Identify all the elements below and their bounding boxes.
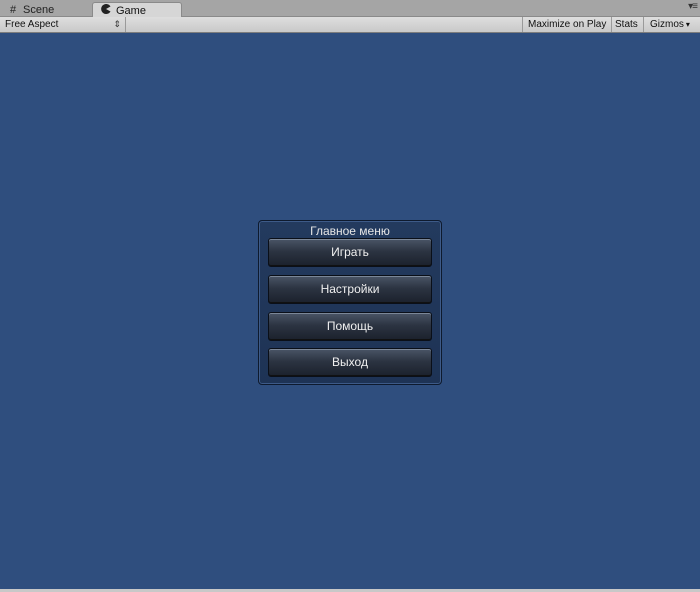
aspect-label: Free Aspect bbox=[5, 19, 59, 30]
dropdown-arrows-icon: ⇕ bbox=[113, 19, 121, 29]
tab-scene-label: Scene bbox=[23, 3, 55, 16]
play-button[interactable]: Играть bbox=[268, 238, 432, 267]
gizmos-dropdown[interactable]: Gizmos ▾ bbox=[645, 17, 695, 32]
exit-button[interactable]: Выход bbox=[268, 348, 432, 377]
tab-game[interactable]: Game bbox=[92, 2, 182, 18]
pacman-icon bbox=[100, 3, 112, 18]
gizmos-label: Gizmos bbox=[650, 19, 684, 30]
grid-icon: # bbox=[9, 3, 17, 16]
tab-scene[interactable]: # Scene bbox=[0, 2, 90, 17]
main-menu-title: Главное меню bbox=[310, 224, 390, 238]
maximize-on-play-toggle[interactable]: Maximize on Play bbox=[522, 17, 613, 32]
settings-button[interactable]: Настройки bbox=[268, 275, 432, 304]
chevron-down-icon: ▾ bbox=[685, 20, 690, 29]
aspect-dropdown[interactable]: Free Aspect ⇕ bbox=[0, 17, 126, 32]
tab-game-label: Game bbox=[116, 4, 146, 17]
stats-toggle[interactable]: Stats bbox=[610, 17, 644, 32]
main-menu-panel: Главное меню Играть Настройки Помощь Вых… bbox=[258, 220, 442, 385]
game-toolbar: Free Aspect ⇕ Maximize on Play Stats Giz… bbox=[0, 17, 700, 33]
panel-menu-icon[interactable]: ▾≡ bbox=[688, 1, 698, 12]
maximize-label: Maximize on Play bbox=[528, 19, 607, 30]
stats-label: Stats bbox=[615, 19, 638, 30]
editor-tab-bar: # Scene Game ▾≡ bbox=[0, 0, 700, 18]
help-button[interactable]: Помощь bbox=[268, 312, 432, 341]
